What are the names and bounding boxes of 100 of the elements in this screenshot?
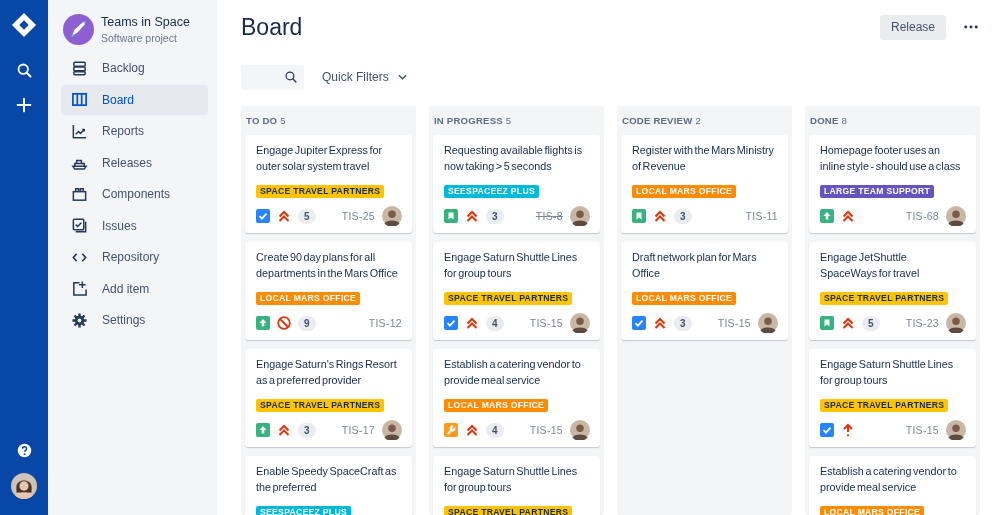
epic-label: SPACE TRAVEL PARTNERS (444, 292, 573, 305)
issue-key[interactable]: TIS-8 (535, 210, 563, 222)
issue-card[interactable]: Engage Saturn Shuttle Lines for group tours SPACE TRAVEL PARTNERS (433, 456, 600, 515)
search-icon (284, 70, 298, 84)
arrow-up-icon (820, 209, 834, 223)
add-item-icon (71, 280, 88, 297)
help-icon (15, 442, 33, 459)
double-chevron-icon (465, 423, 479, 437)
epic-label: LOCAL MARS OFFICE (632, 185, 737, 198)
bookmark-icon (444, 209, 458, 223)
issue-card[interactable]: Register with the Mars Ministry of Revenue LOCAL MARS OFFICE 3 TIS-11 (621, 135, 788, 233)
issue-card[interactable]: Engage Saturn Shuttle Lines for group tours SPACE TRAVEL PARTNERS 4 TIS-15 (433, 242, 600, 340)
task-icon (256, 209, 270, 223)
story-points: 5 (862, 315, 880, 331)
card-title: Create 90 day plans for all departments in the Mars Office (256, 250, 399, 281)
arrow-up-icon (256, 316, 270, 330)
issue-key[interactable]: TIS-15 (529, 424, 563, 436)
issues-icon (71, 217, 88, 234)
issue-card[interactable]: Establish a catering vendor to provide meal service LOCAL MARS OFFICE (809, 456, 976, 515)
issue-key[interactable]: TIS-17 (341, 424, 375, 436)
issue-card[interactable]: Establish a catering vendor to provide meal service LOCAL MARS OFFICE 4 TIS-15 (433, 349, 600, 447)
wrench-icon (444, 423, 458, 437)
sidebar-item[interactable]: Backlog (61, 53, 208, 83)
chart-icon (71, 122, 88, 140)
more-icon (964, 25, 978, 29)
sidebar-item[interactable]: Components (61, 179, 208, 209)
issue-key[interactable]: TIS-12 (368, 317, 402, 329)
page-title: Board (241, 13, 304, 41)
issue-key[interactable]: TIS-15 (529, 317, 563, 329)
components-icon (71, 185, 88, 203)
column-header: IN PROGRESS 5 (433, 114, 513, 128)
story-points: 9 (298, 315, 316, 331)
search-icon (15, 62, 33, 79)
sidebar-item[interactable]: Releases (61, 147, 208, 178)
story-points: 4 (486, 422, 504, 438)
epic-label: SPACE TRAVEL PARTNERS (444, 506, 573, 515)
issue-key[interactable]: TIS-68 (905, 210, 939, 222)
card-title: Engage Saturn Shuttle Lines for group tours (444, 464, 579, 495)
backlog-icon (71, 59, 88, 77)
story-points: 3 (298, 422, 316, 438)
sidebar-item[interactable]: Issues (61, 210, 208, 241)
plus-icon (16, 97, 32, 113)
quick-filters-dropdown[interactable]: Quick Filters (322, 70, 407, 84)
issue-card[interactable]: Create 90 day plans for all departments in the Mars Office LOCAL MARS OFFICE 9 TIS-12 (245, 242, 412, 340)
double-chevron-icon (841, 209, 855, 223)
column-header: TO DO 5 (245, 114, 287, 128)
logo-icon (11, 12, 37, 38)
issue-key[interactable]: TIS-11 (745, 210, 778, 222)
issue-card[interactable]: Engage JetShuttle SpaceWays for travel SPACE TRAVEL PARTNERS 5 TIS-23 (809, 242, 976, 340)
double-chevron-icon (653, 209, 667, 223)
epic-label: SEESPACEEZ PLUS (444, 185, 539, 198)
story-points: 4 (486, 315, 504, 331)
issue-card[interactable]: Engage Jupiter Express for outer solar system travel SPACE TRAVEL PARTNERS 5 TIS-25 (245, 135, 412, 233)
card-title: Homepage footer uses an inline style - should use a class (820, 143, 962, 174)
sidebar-item[interactable]: Board (61, 84, 208, 115)
card-title: Enable Speedy SpaceCraft as the preferred (256, 464, 398, 495)
card-title: Register with the Mars Ministry of Revenue (632, 143, 775, 174)
column-header: DONE 8 (809, 114, 849, 128)
story-points: 3 (674, 315, 692, 331)
task-icon (632, 316, 646, 330)
issue-card[interactable]: Draft network plan for Mars Office LOCAL MARS OFFICE 3 TIS-15 (621, 242, 788, 340)
epic-label: SEESPACEEZ PLUS (256, 506, 351, 515)
chevron-down-icon (397, 74, 407, 80)
issue-key[interactable]: TIS-15 (905, 424, 939, 436)
issue-key[interactable]: TIS-25 (341, 210, 375, 222)
sidebar-item[interactable]: Add item (61, 273, 208, 304)
project-type: Software project (101, 32, 178, 44)
issue-key[interactable]: TIS-23 (905, 317, 939, 329)
double-chevron-icon (653, 316, 667, 330)
column-header: CODE REVIEW 2 (621, 114, 702, 128)
arrow-up-icon (841, 423, 855, 437)
board-icon (71, 91, 88, 108)
card-title: Engage JetShuttle SpaceWays for travel (820, 250, 921, 281)
card-title: Engage Saturn's Rings Resort as a preferred provider (256, 357, 398, 388)
project-name: Teams in Space (101, 15, 190, 29)
double-chevron-icon (277, 209, 291, 223)
issue-key[interactable]: TIS-15 (717, 317, 751, 329)
sidebar-item[interactable]: Settings (61, 305, 208, 335)
issue-card[interactable]: Enable Speedy SpaceCraft as the preferred SEESPACEEZ PLUS (245, 456, 412, 515)
epic-label: LOCAL MARS OFFICE (256, 292, 361, 305)
story-points: 3 (486, 208, 504, 224)
sidebar-item[interactable]: Reports (61, 116, 208, 146)
user-avatar-icon (11, 473, 37, 499)
search-field[interactable] (241, 64, 304, 90)
issue-card[interactable]: Homepage footer uses an inline style - should use a class LARGE TEAM SUPPORT TIS-68 (809, 135, 976, 233)
card-title: Draft network plan for Mars Office (632, 250, 758, 281)
issue-card[interactable]: Engage Saturn's Rings Resort as a preferred provider SPACE TRAVEL PARTNERS 3 TIS-17 (245, 349, 412, 447)
epic-label: LOCAL MARS OFFICE (444, 399, 549, 412)
epic-label: SPACE TRAVEL PARTNERS (256, 399, 385, 412)
epic-label: SPACE TRAVEL PARTNERS (256, 185, 385, 198)
issue-card[interactable]: Engage Saturn Shuttle Lines for group tours SPACE TRAVEL PARTNERS TIS-15 (809, 349, 976, 447)
bookmark-icon (632, 209, 646, 223)
release-button[interactable]: Release (879, 14, 946, 40)
sidebar-item[interactable]: Repository (61, 242, 208, 272)
card-title: Engage Saturn Shuttle Lines for group tours (820, 357, 955, 388)
issue-card[interactable]: Requesting available flights is now taking > 5 seconds SEESPACEEZ PLUS 3 TIS-8 (433, 135, 600, 233)
double-chevron-icon (465, 316, 479, 330)
task-icon (444, 316, 458, 330)
double-chevron-icon (841, 316, 855, 330)
epic-label: SPACE TRAVEL PARTNERS (820, 292, 949, 305)
